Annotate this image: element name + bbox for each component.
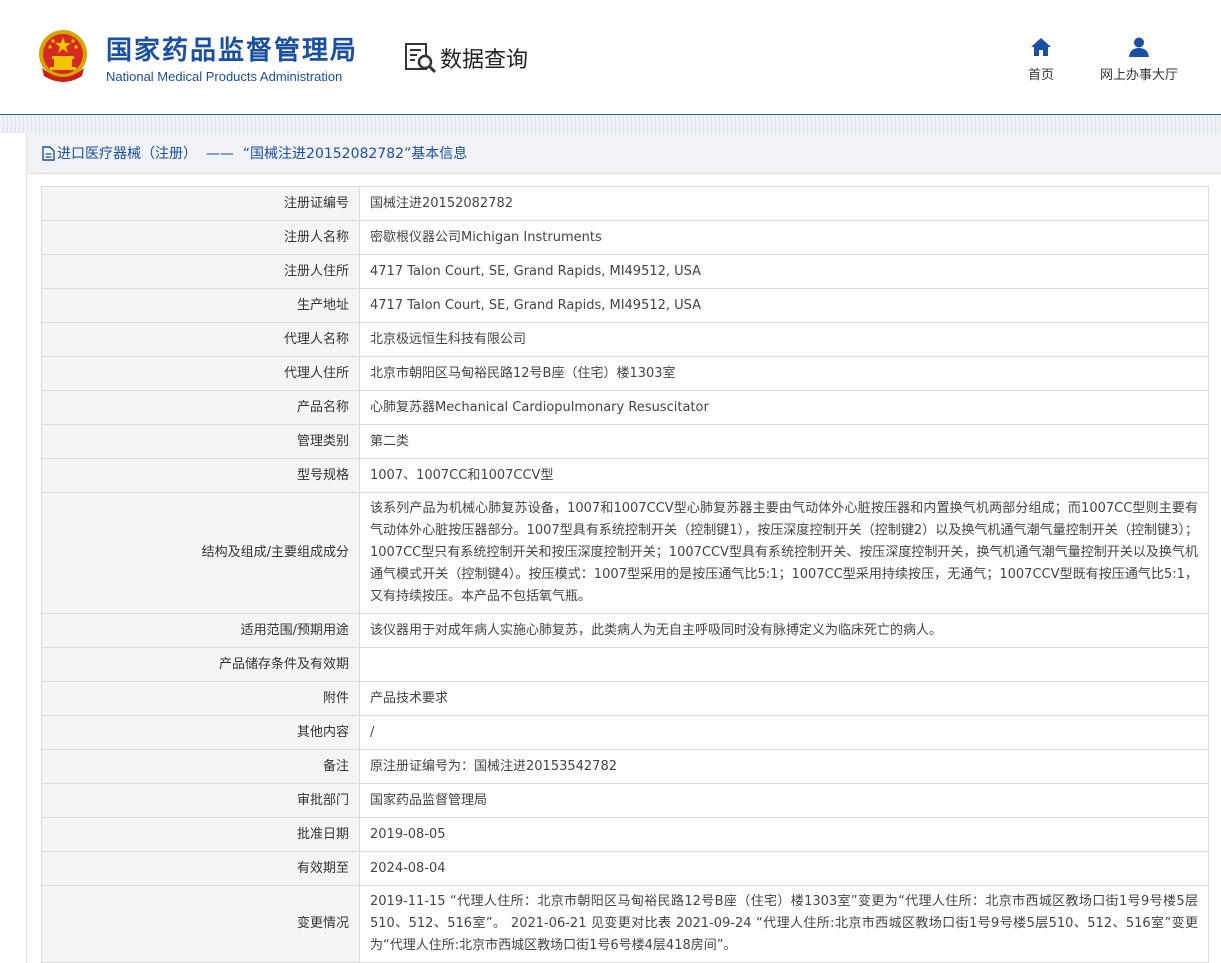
- table-row: 其他内容 /: [41, 715, 1209, 750]
- field-label: 审批部门: [41, 783, 360, 818]
- table-row: 附件 产品技术要求: [41, 681, 1209, 716]
- field-value: [359, 647, 1209, 682]
- table-row: 产品名称 心肺复苏器Mechanical Cardiopulmonary Resu…: [41, 390, 1209, 425]
- table-row: 备注 原注册证编号为：国械注进20153542782: [41, 749, 1209, 784]
- field-label: 有效期至: [41, 851, 360, 886]
- field-value: 密歇根仪器公司Michigan Instruments: [359, 220, 1209, 255]
- table-row: 生产地址 4717 Talon Court, SE, Grand Rapids, …: [41, 288, 1209, 323]
- field-value: /: [359, 715, 1209, 750]
- field-value: 4717 Talon Court, SE, Grand Rapids, MI49…: [359, 254, 1209, 289]
- table-row: 管理类别 第二类: [41, 424, 1209, 459]
- field-value: 产品技术要求: [359, 681, 1209, 716]
- field-label: 代理人住所: [41, 356, 360, 391]
- table-row: 批准日期 2019-08-05: [41, 817, 1209, 852]
- table-row: 注册人名称 密歇根仪器公司Michigan Instruments: [41, 220, 1209, 255]
- field-value: 4717 Talon Court, SE, Grand Rapids, MI49…: [359, 288, 1209, 323]
- table-row: 注册证编号 国械注进20152082782: [41, 186, 1209, 221]
- field-label: 其他内容: [41, 715, 360, 750]
- site-header: 国家药品监督管理局 National Medical Products Admi…: [0, 0, 1221, 115]
- panel-title: 进口医疗器械（注册） —— “国械注进20152082782”基本信息: [57, 146, 468, 162]
- field-value: 1007、1007CC和1007CCV型: [359, 458, 1209, 493]
- registration-info-table: 注册证编号 国械注进20152082782 注册人名称 密歇根仪器公司Michigan…: [41, 186, 1209, 963]
- panel-header: 进口医疗器械（注册） —— “国械注进20152082782”基本信息: [27, 133, 1221, 174]
- field-value: 2019-08-05: [359, 817, 1209, 852]
- document-icon: [42, 145, 55, 161]
- table-row: 产品储存条件及有效期: [41, 647, 1209, 682]
- nav-home-label: 首页: [1028, 68, 1055, 83]
- field-label: 附件: [41, 681, 360, 716]
- field-label: 管理类别: [41, 424, 360, 459]
- data-query-title: 数据查询: [404, 40, 528, 76]
- table-row: 结构及组成/主要组成成分 该系列产品为机械心肺复苏设备，1007和1007CCV型…: [41, 492, 1209, 614]
- field-value: 国械注进20152082782: [359, 186, 1209, 221]
- field-label: 注册证编号: [41, 186, 360, 221]
- table-row: 注册人住所 4717 Talon Court, SE, Grand Rapids,…: [41, 254, 1209, 289]
- detail-panel: 进口医疗器械（注册） —— “国械注进20152082782”基本信息 注册证编…: [26, 133, 1221, 963]
- field-label: 生产地址: [41, 288, 360, 323]
- field-value: 原注册证编号为：国械注进20153542782: [359, 749, 1209, 784]
- agency-name-cn[interactable]: 国家药品监督管理局: [106, 30, 358, 67]
- table-row: 适用范围/预期用途 该仪器用于对成年病人实施心肺复苏，此类病人为无自主呼吸同时没有…: [41, 613, 1209, 648]
- agency-name-en[interactable]: National Medical Products Administration: [106, 69, 342, 84]
- nav-home[interactable]: 首页: [1028, 36, 1054, 83]
- table-row: 型号规格 1007、1007CC和1007CCV型: [41, 458, 1209, 493]
- field-label: 型号规格: [41, 458, 360, 493]
- field-label: 适用范围/预期用途: [41, 613, 360, 648]
- field-label: 批准日期: [41, 817, 360, 852]
- document-search-icon: [405, 43, 437, 74]
- field-label: 注册人住所: [41, 254, 360, 289]
- national-emblem-icon[interactable]: [36, 28, 90, 84]
- table-row: 变更情况 2019-11-15 “代理人住所：北京市朝阳区马甸裕民路12号B座（住…: [41, 885, 1209, 963]
- table-row: 代理人名称 北京极远恒生科技有限公司: [41, 322, 1209, 357]
- field-value: 北京极远恒生科技有限公司: [359, 322, 1209, 357]
- field-value: 2019-11-15 “代理人住所：北京市朝阳区马甸裕民路12号B座（住宅）楼1…: [359, 885, 1209, 963]
- table-row: 有效期至 2024-08-04: [41, 851, 1209, 886]
- decorative-stripe: [0, 115, 1221, 133]
- home-icon: [1031, 38, 1051, 56]
- field-label: 产品储存条件及有效期: [41, 647, 360, 682]
- field-value: 国家药品监督管理局: [359, 783, 1209, 818]
- field-label: 结构及组成/主要组成成分: [41, 492, 360, 614]
- field-label: 产品名称: [41, 390, 360, 425]
- table-row: 代理人住所 北京市朝阳区马甸裕民路12号B座（住宅）楼1303室: [41, 356, 1209, 391]
- nav-online-service-hall[interactable]: 网上办事大厅: [1100, 36, 1178, 83]
- user-icon: [1129, 37, 1149, 57]
- field-value: 该仪器用于对成年病人实施心肺复苏，此类病人为无自主呼吸同时没有脉搏定义为临床死亡…: [359, 613, 1209, 648]
- field-label: 备注: [41, 749, 360, 784]
- field-value: 北京市朝阳区马甸裕民路12号B座（住宅）楼1303室: [359, 356, 1209, 391]
- field-value: 心肺复苏器Mechanical Cardiopulmonary Resuscit…: [359, 390, 1209, 425]
- nav-online-service-hall-label: 网上办事大厅: [1100, 68, 1179, 83]
- table-row: 审批部门 国家药品监督管理局: [41, 783, 1209, 818]
- field-value: 该系列产品为机械心肺复苏设备，1007和1007CCV型心肺复苏器主要由气动体外…: [359, 492, 1209, 614]
- field-label: 代理人名称: [41, 322, 360, 357]
- field-value: 第二类: [359, 424, 1209, 459]
- field-label: 注册人名称: [41, 220, 360, 255]
- field-label: 变更情况: [41, 885, 360, 963]
- data-query-label: 数据查询: [440, 48, 529, 73]
- field-value: 2024-08-04: [359, 851, 1209, 886]
